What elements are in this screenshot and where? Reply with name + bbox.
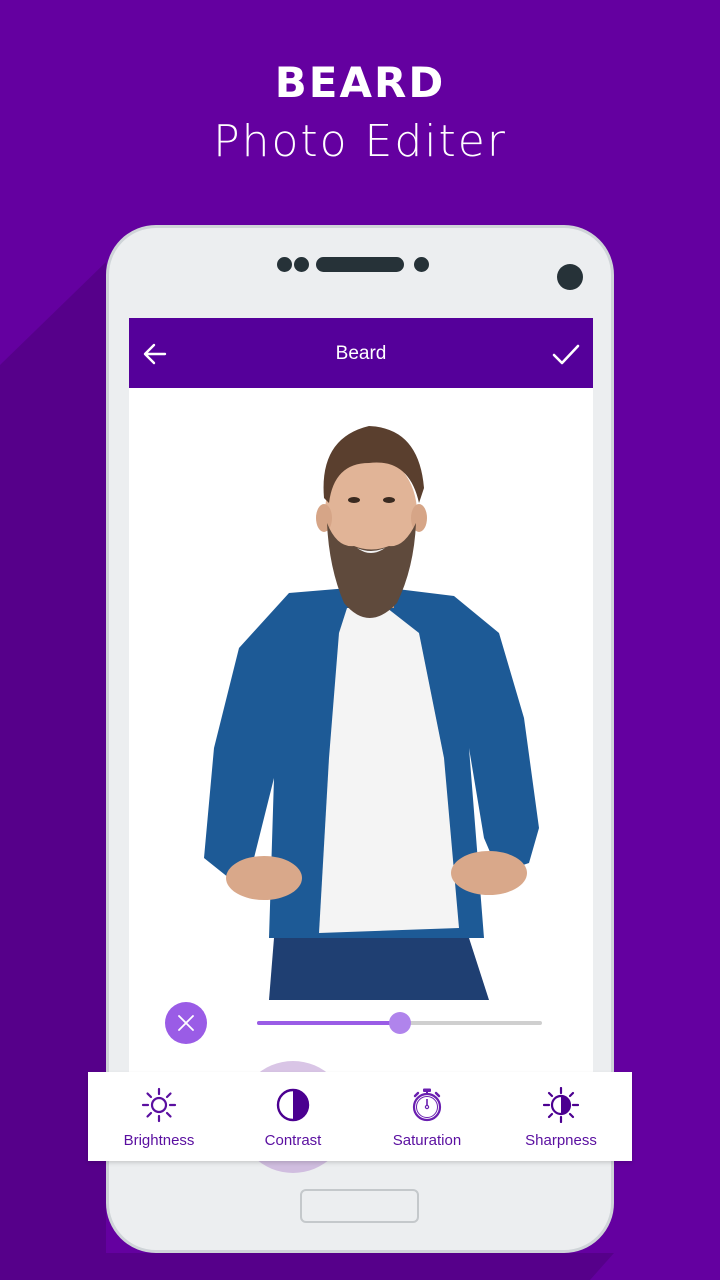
app-screen: Beard xyxy=(129,318,593,1078)
photo-left-hand xyxy=(226,856,302,900)
sharpness-icon xyxy=(543,1087,579,1123)
check-icon xyxy=(552,344,580,365)
tool-contrast[interactable]: Contrast xyxy=(225,1072,361,1161)
tool-sharpness[interactable]: Sharpness xyxy=(493,1072,629,1161)
photo-right-hand xyxy=(451,851,527,895)
phone-sensor-dot xyxy=(294,257,309,272)
tool-label: Contrast xyxy=(264,1132,322,1149)
phone-camera xyxy=(557,264,583,290)
slider-fill xyxy=(257,1021,400,1025)
brightness-icon xyxy=(141,1087,177,1123)
app-bar-title: Beard xyxy=(335,343,387,364)
tool-brightness[interactable]: Brightness xyxy=(91,1072,227,1161)
tool-label: Saturation xyxy=(392,1132,462,1149)
slider-thumb[interactable] xyxy=(388,1012,411,1034)
photo-jeans xyxy=(269,938,489,1000)
adjust-slider[interactable] xyxy=(257,1012,542,1034)
phone-sensor-dot xyxy=(277,257,292,272)
cancel-adjust-button[interactable] xyxy=(165,1002,207,1044)
tool-label: Brightness xyxy=(123,1132,195,1149)
phone-speaker xyxy=(316,257,404,272)
back-button[interactable] xyxy=(141,340,169,368)
phone-sensor-dot xyxy=(414,257,429,272)
close-icon xyxy=(178,1015,194,1031)
promo-subtitle: Photo Editer xyxy=(213,116,507,167)
adjust-toolbar: Brightness Contrast Saturation Sharpness xyxy=(88,1072,632,1161)
tool-saturation[interactable]: Saturation xyxy=(359,1072,495,1161)
confirm-button[interactable] xyxy=(551,340,581,368)
promo-title: BEARD xyxy=(274,58,446,107)
app-bar: Beard xyxy=(129,318,593,388)
contrast-icon xyxy=(276,1088,310,1122)
arrow-left-icon xyxy=(143,343,167,365)
tool-label: Sharpness xyxy=(525,1132,597,1149)
edited-photo[interactable] xyxy=(169,418,569,1000)
stopwatch-icon xyxy=(412,1088,442,1122)
phone-home-button[interactable] xyxy=(300,1189,419,1223)
